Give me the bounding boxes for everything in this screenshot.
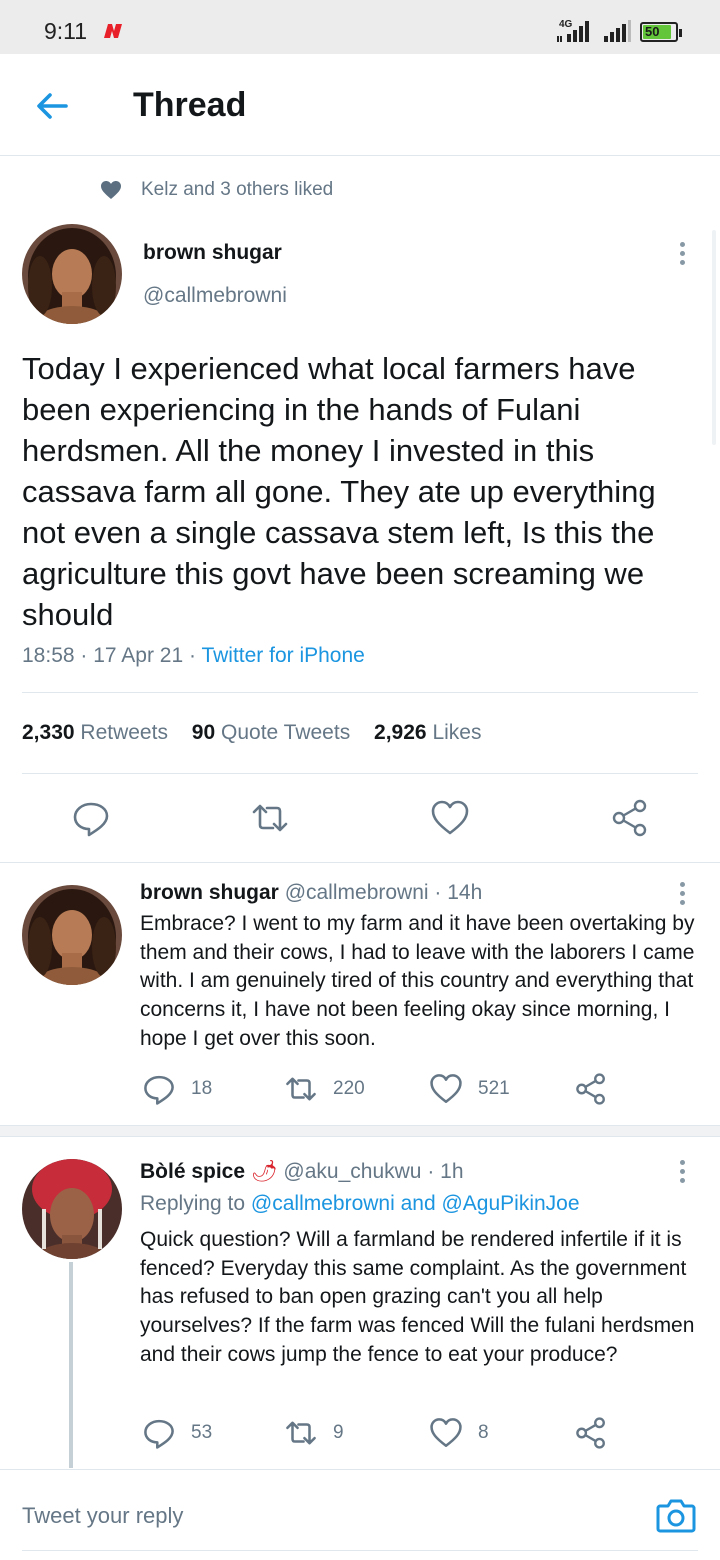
signal-strength-icon [557,21,589,42]
section-divider [0,1125,720,1137]
reply-age: 14h [447,881,483,904]
heart-icon [101,181,121,199]
likes-stat[interactable]: 2,926 Likes [374,721,481,744]
tweet-meta: 18:58 · 17 Apr 21 · Twitter for iPhone [22,644,365,667]
reply-author-name[interactable]: brown shugar [140,881,279,904]
reply-header: brown shugar @callmebrowni · 14h [140,881,483,904]
retweet-action[interactable]: 220 [284,1072,384,1106]
more-options-icon[interactable] [679,1160,685,1186]
reply-action[interactable]: 53 [142,1416,222,1450]
retweet-count: 9 [333,1422,344,1443]
reply-icon[interactable] [71,798,111,838]
avatar[interactable] [22,885,122,985]
tweet-client-link[interactable]: Twitter for iPhone [201,644,364,667]
retweet-count: 220 [333,1078,365,1099]
author-handle[interactable]: @callmebrowni [143,284,287,308]
retweets-stat[interactable]: 2,330 Retweets [22,721,168,744]
battery-level-label: 50 [645,24,660,39]
signal-strength-2-icon [604,20,631,42]
avatar[interactable] [22,1159,122,1259]
chili-pepper-emoji: 🌶 [250,1160,278,1183]
reply-count: 18 [191,1078,213,1099]
arrow-left-icon[interactable] [32,86,72,126]
page-title: Thread [133,86,247,124]
reply-icon [144,1419,174,1449]
likes-label: Likes [432,721,482,744]
quotes-count: 90 [191,721,216,744]
retweet-icon[interactable] [250,798,290,838]
replying-to-users-link[interactable]: @callmebrowni and @AguPikinJoe [251,1192,580,1215]
tweet-text: Today I experienced what local farmers h… [22,351,656,632]
divider [0,862,720,863]
notification-app-icon [104,24,122,38]
tweet-stats: 2,330 Retweets 90 Quote Tweets 2,926 Lik… [22,721,481,745]
retweet-action[interactable]: 9 [284,1416,364,1450]
battery-icon: 50 [640,22,682,42]
share-icon[interactable] [574,1072,608,1106]
tweet-date: 17 Apr 21 [93,644,184,667]
app-header: Thread [0,54,720,156]
social-context-text: Kelz and 3 others liked [141,179,334,200]
more-options-icon[interactable] [679,242,685,268]
retweets-count: 2,330 [22,721,75,744]
retweets-label: Retweets [80,721,168,744]
like-count: 521 [478,1078,510,1099]
avatar-photo [22,224,122,324]
reply-input[interactable]: Tweet your reply [22,1503,183,1529]
avatar-photo [22,1159,122,1259]
reply-author-handle[interactable]: @aku_chukwu [283,1160,421,1183]
camera-icon[interactable] [656,1496,696,1534]
like-icon [430,1418,462,1448]
reply-author-handle[interactable]: @callmebrowni [285,881,429,904]
status-time: 9:11 [44,18,88,44]
reply-count: 53 [191,1422,213,1443]
divider [22,692,698,693]
divider [22,773,698,774]
quotes-label: Quote Tweets [221,721,351,744]
share-icon[interactable] [610,798,650,838]
avatar[interactable] [22,224,122,324]
author-name[interactable]: brown shugar [143,241,282,265]
retweet-icon [286,1077,316,1101]
like-count: 8 [478,1422,489,1443]
retweet-icon [286,1421,316,1445]
thread-connector-line [69,1262,73,1468]
reply-action[interactable]: 18 [142,1072,222,1106]
like-icon [430,1074,462,1104]
reply-icon [144,1075,174,1105]
reply-header: Bòlé spice 🌶 @aku_chukwu · 1h [140,1160,464,1183]
status-bar: 9:11 4G 50 [0,0,720,54]
likes-count: 2,926 [374,721,427,744]
tweet-time: 18:58 [22,644,75,667]
replying-to: Replying to @callmebrowni and @AguPikinJ… [140,1192,580,1216]
replying-to-prefix: Replying to [140,1192,246,1215]
composer-underline [22,1550,698,1551]
reply-text: Embrace? I went to my farm and it have b… [140,912,695,1050]
like-action[interactable]: 8 [429,1416,509,1450]
scrollbar[interactable] [712,230,716,445]
reply-age: 1h [440,1160,464,1183]
reply-author-name[interactable]: Bòlé spice [140,1160,245,1183]
reply-text: Quick question? Will a farmland be rende… [140,1228,695,1366]
like-action[interactable]: 521 [429,1072,529,1106]
quote-tweets-stat[interactable]: 90 Quote Tweets [192,721,350,744]
like-icon[interactable] [430,798,470,838]
more-options-icon[interactable] [679,882,685,908]
share-icon[interactable] [574,1416,608,1450]
reply-composer: Tweet your reply [0,1469,720,1560]
avatar-photo [22,885,122,985]
